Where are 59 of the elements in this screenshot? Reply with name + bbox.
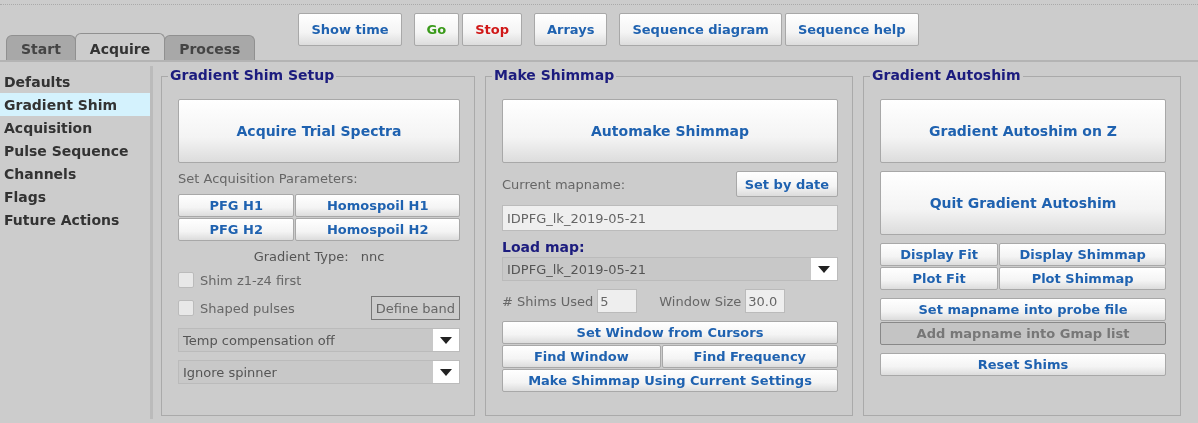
- dropdown-arrow-icon: [818, 265, 830, 273]
- sidebar-item[interactable]: Channels: [0, 162, 150, 185]
- dropdown-arrow-icon: [440, 368, 452, 376]
- field-label: Current mapname:: [502, 176, 626, 192]
- dropdown[interactable]: Ignore spinner: [178, 360, 460, 384]
- checkbox[interactable]: [178, 272, 194, 288]
- set-by-date-button[interactable]: Set by date: [735, 171, 838, 197]
- toolbar-button[interactable]: Go: [413, 13, 460, 46]
- toolbar-button[interactable]: Sequence diagram: [619, 13, 782, 46]
- button[interactable]: PFG H2: [178, 218, 295, 241]
- dropdown[interactable]: Temp compensation off: [178, 328, 460, 352]
- toolbar-button[interactable]: Arrays: [533, 13, 608, 46]
- toolbar-button[interactable]: Sequence help: [784, 13, 919, 46]
- tab[interactable]: Process: [164, 35, 256, 60]
- info-value: nnc: [360, 249, 385, 264]
- sidebar-item[interactable]: Defaults: [0, 70, 150, 93]
- large-button[interactable]: Automake Shimmap: [502, 99, 838, 163]
- tab[interactable]: Acquire: [74, 33, 166, 60]
- sidebar-item[interactable]: Flags: [0, 185, 150, 208]
- sidebar-item[interactable]: Gradient Shim: [0, 93, 150, 116]
- button[interactable]: Reset Shims: [880, 353, 1166, 376]
- field-label: # Shims Used: [502, 293, 594, 309]
- button[interactable]: Homospoil H2: [295, 218, 460, 241]
- define-band-button[interactable]: Define band: [370, 296, 460, 320]
- large-button[interactable]: Acquire Trial Spectra: [178, 99, 460, 163]
- panel-title: Gradient Autoshim: [870, 67, 1023, 83]
- input-field[interactable]: 30.0: [745, 289, 786, 313]
- large-button[interactable]: Quit Gradient Autoshim: [880, 171, 1166, 235]
- dropdown-arrow-icon: [440, 336, 452, 344]
- input-field[interactable]: 5: [597, 289, 638, 313]
- sidebar-item[interactable]: Future Actions: [0, 208, 150, 231]
- button[interactable]: Set Window from Cursors: [502, 321, 838, 344]
- field-label: Window Size: [659, 293, 742, 309]
- mapname-field[interactable]: IDPFG_lk_2019-05-21: [502, 205, 838, 231]
- button[interactable]: Display Fit: [880, 243, 999, 266]
- toolbar-button[interactable]: Stop: [462, 13, 522, 46]
- toolbar-button[interactable]: Show time: [298, 13, 402, 46]
- section-label: Set Acquisition Parameters:: [178, 171, 359, 186]
- button[interactable]: Make Shimmap Using Current Settings: [502, 369, 838, 392]
- button[interactable]: Plot Fit: [880, 267, 999, 290]
- dropdown[interactable]: IDPFG_lk_2019-05-21: [502, 257, 838, 281]
- button[interactable]: Display Shimmap: [999, 243, 1166, 266]
- large-button[interactable]: Gradient Autoshim on Z: [880, 99, 1166, 163]
- button[interactable]: Homospoil H1: [295, 194, 460, 217]
- panel-title: Make Shimmap: [492, 67, 617, 83]
- button[interactable]: Find Frequency: [661, 345, 838, 368]
- info-label: Gradient Type:: [253, 249, 349, 264]
- sidebar-item[interactable]: Acquisition: [0, 116, 150, 139]
- checkbox-label: Shim z1-z4 first: [200, 272, 302, 288]
- sidebar-item[interactable]: Pulse Sequence: [0, 139, 150, 162]
- button[interactable]: Plot Shimmap: [999, 267, 1166, 290]
- button[interactable]: PFG H1: [178, 194, 295, 217]
- tab[interactable]: Start: [6, 35, 76, 60]
- button[interactable]: Set mapname into probe file: [880, 298, 1166, 321]
- checkbox[interactable]: [178, 300, 194, 316]
- field-heading: Load map:: [502, 239, 586, 255]
- panel-title: Gradient Shim Setup: [168, 67, 337, 83]
- button[interactable]: Find Window: [502, 345, 661, 368]
- checkbox-label: Shaped pulses: [200, 300, 295, 316]
